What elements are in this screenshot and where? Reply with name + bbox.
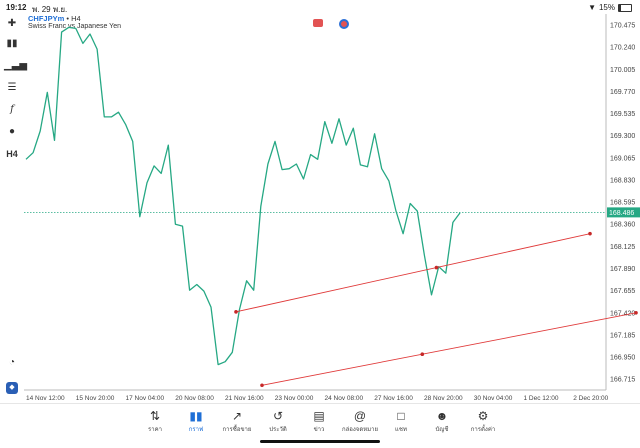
y-tick-label: 166.950: [610, 355, 635, 362]
history-icon: ↺: [272, 409, 284, 423]
candles-icon[interactable]: ▮▮: [4, 36, 20, 52]
status-bar: 19:12 พ. 29 พ.ย. ▼ 15%: [0, 0, 640, 14]
status-right: ▼ 15%: [588, 3, 632, 12]
timeframe-button[interactable]: H4: [4, 146, 20, 162]
wifi-icon: ▼: [588, 3, 596, 12]
y-tick-label: 167.890: [610, 266, 635, 273]
trendline-anchor: [588, 231, 592, 236]
chart-svg[interactable]: 170.475 170.240 170.005 169.770 169.535 169.3…: [24, 14, 640, 403]
nav-item-trade[interactable]: ↗ การซื้อขาย: [217, 408, 257, 434]
nav-item-label: การซื้อขาย: [222, 427, 252, 433]
chat-icon: □: [397, 409, 405, 423]
nav-item-label: กล่องจดหมาย: [341, 427, 379, 433]
y-tick-label: 168.830: [610, 177, 635, 184]
nav-item-mailbox[interactable]: @ กล่องจดหมาย: [340, 408, 380, 434]
crosshair-icon[interactable]: ✚: [4, 16, 20, 32]
nav-item-label: แชท: [395, 427, 407, 433]
trendline-anchor: [234, 310, 238, 314]
y-tick-label: 168.125: [610, 244, 635, 251]
nav-item-label: ประวัติ: [269, 427, 287, 433]
current-price-label: 168.486: [609, 210, 634, 217]
x-tick-label: 21 Nov 16:00: [225, 395, 264, 402]
left-toolbar: ✚ ▮▮ ▁▃▅ ☰ f ● H4 ◔ ◆: [0, 14, 27, 403]
y-tick-label: 170.240: [610, 45, 635, 52]
nav-item-label: ราคา: [148, 427, 162, 433]
x-tick-label: 23 Nov 00:00: [275, 395, 314, 402]
y-tick-label: 170.005: [610, 67, 635, 74]
trendline-1: [235, 233, 591, 313]
y-tick-label: 168.360: [610, 222, 635, 229]
trendline-anchor: [634, 310, 638, 315]
price-chart[interactable]: 170.475 170.240 170.005 169.770 169.535 169.3…: [24, 14, 640, 403]
y-tick-label: 166.715: [610, 377, 635, 384]
indicators-icon[interactable]: ☰: [4, 80, 20, 96]
quotes-icon: ⇅: [149, 409, 161, 423]
trade-icon: ↗: [231, 409, 243, 423]
app-logo-icon[interactable]: ◆: [6, 382, 18, 394]
home-indicator: [260, 440, 380, 443]
trendline-2: [261, 312, 637, 386]
status-time: 19:12: [6, 3, 27, 12]
nav-item-chart[interactable]: ▮▮ กราฟ: [176, 408, 216, 434]
battery-icon: [618, 3, 632, 12]
price-line-series: [25, 26, 461, 366]
bars-icon[interactable]: ▁▃▅: [4, 58, 27, 74]
x-tick-label: 20 Nov 08:00: [175, 395, 214, 402]
objects-icon[interactable]: ●: [4, 124, 20, 140]
nav-item-label: กราฟ: [188, 427, 204, 433]
trendline-anchor: [434, 265, 439, 270]
chart-icon: ▮▮: [189, 409, 203, 423]
account-icon: ☻: [435, 409, 449, 423]
y-tick-label: 168.595: [610, 200, 635, 207]
y-tick-label: 167.185: [610, 332, 635, 339]
x-tick-label: 30 Nov 04:00: [474, 395, 513, 402]
x-tick-label: 24 Nov 08:00: [324, 395, 363, 402]
battery-percent: 15%: [598, 3, 615, 12]
x-tick-label: 2 Dec 20:00: [573, 395, 608, 402]
x-tick-label: 28 Nov 20:00: [424, 395, 463, 402]
nav-item-label: บัญชี: [435, 427, 449, 433]
speedometer-icon[interactable]: ◔: [4, 355, 20, 371]
nav-item-news[interactable]: ▤ ข่าว: [299, 408, 339, 434]
y-tick-label: 169.065: [610, 155, 635, 162]
y-tick-label: 169.300: [610, 133, 635, 140]
trendline-anchor: [420, 352, 425, 357]
nav-item-account[interactable]: ☻ บัญชี: [422, 408, 462, 434]
y-tick-label: 167.655: [610, 288, 635, 295]
nav-item-settings[interactable]: ⚙ การตั้งค่า: [463, 408, 503, 434]
trendline-anchor: [260, 383, 264, 388]
mailbox-icon: @: [353, 409, 367, 423]
settings-icon: ⚙: [477, 409, 489, 423]
y-tick-label: 169.770: [610, 89, 635, 96]
x-tick-label: 14 Nov 12:00: [26, 395, 65, 402]
nav-item-chat[interactable]: □ แชท: [381, 408, 421, 434]
nav-item-label: ข่าว: [313, 427, 325, 433]
x-tick-label: 15 Nov 20:00: [76, 395, 115, 402]
news-icon: ▤: [313, 409, 325, 423]
x-tick-label: 1 Dec 12:00: [523, 395, 558, 402]
nav-item-quotes[interactable]: ⇅ ราคา: [135, 408, 175, 434]
nav-item-label: การตั้งค่า: [470, 427, 496, 433]
nav-item-history[interactable]: ↺ ประวัติ: [258, 408, 298, 434]
x-tick-label: 27 Nov 16:00: [374, 395, 413, 402]
function-icon[interactable]: f: [4, 102, 20, 118]
y-tick-label: 170.475: [610, 23, 635, 30]
x-tick-label: 17 Nov 04:00: [125, 395, 164, 402]
y-tick-label: 169.535: [610, 111, 635, 118]
